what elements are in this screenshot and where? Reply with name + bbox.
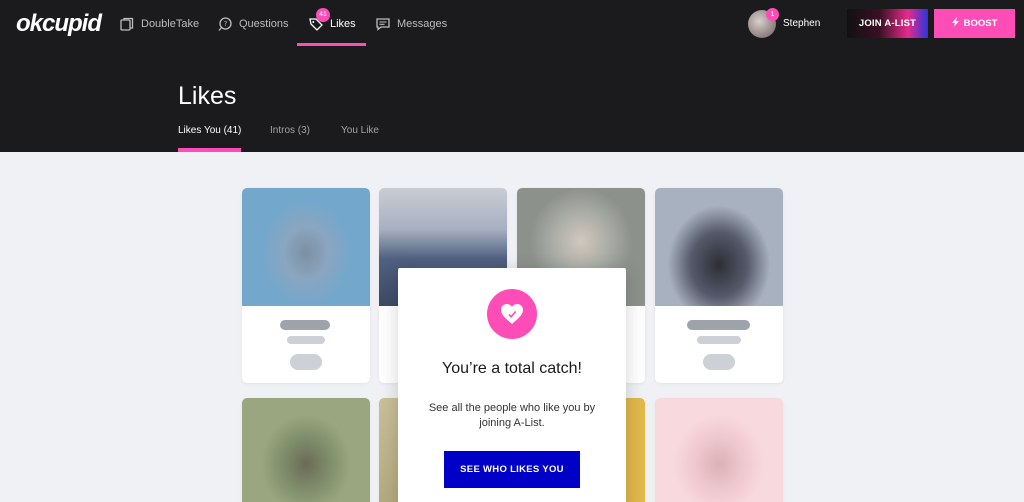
cards-icon (120, 17, 134, 31)
blurred-profile-card[interactable] (655, 188, 783, 383)
alist-upsell-modal: You’re a total catch! See all the people… (398, 268, 626, 502)
details-placeholder (287, 336, 325, 344)
tab-likes-you[interactable]: Likes You (41) (178, 125, 241, 136)
nav-active-indicator (297, 43, 366, 46)
name-placeholder (687, 320, 750, 330)
tag-placeholder (703, 354, 735, 370)
question-icon: ? (218, 17, 232, 31)
tab-active-indicator (178, 148, 241, 152)
blurred-profile-photo (242, 188, 370, 306)
blurred-profile-photo (242, 398, 370, 502)
nav-likes-label: Likes (330, 18, 356, 30)
boost-button[interactable]: BOOST (934, 9, 1015, 38)
blurred-profile-card[interactable] (655, 398, 783, 502)
boost-label: BOOST (963, 18, 998, 29)
nav-messages-label: Messages (397, 18, 448, 30)
message-icon (376, 17, 390, 31)
top-navigation: okcupid DoubleTake ? Questions Likes 41 … (0, 0, 1024, 152)
username[interactable]: Stephen (783, 18, 820, 29)
blurred-profile-photo (655, 398, 783, 502)
join-alist-button[interactable]: JOIN A-LIST (847, 9, 928, 38)
blurred-profile-photo (655, 188, 783, 306)
page-title: Likes (178, 82, 237, 110)
modal-title: You’re a total catch! (442, 360, 582, 377)
svg-text:?: ? (224, 20, 228, 28)
nav-questions-label: Questions (239, 18, 289, 30)
details-placeholder (697, 336, 741, 344)
nav-doubletake[interactable]: DoubleTake (120, 14, 199, 34)
nav-questions[interactable]: ? Questions (218, 14, 289, 34)
blurred-profile-card[interactable] (242, 398, 370, 502)
heart-icon (487, 289, 537, 339)
name-placeholder (280, 320, 330, 330)
okcupid-logo[interactable]: okcupid (16, 10, 102, 38)
tab-you-like[interactable]: You Like (341, 125, 379, 136)
lightning-icon (951, 17, 960, 30)
nav-doubletake-label: DoubleTake (141, 18, 200, 30)
likes-count-badge: 41 (316, 8, 330, 22)
tag-placeholder (290, 354, 322, 370)
see-who-likes-you-button[interactable]: SEE WHO LIKES YOU (444, 451, 580, 488)
notification-badge: 1 (766, 8, 779, 21)
nav-messages[interactable]: Messages (376, 14, 447, 34)
modal-description: See all the people who like you by joini… (428, 402, 596, 429)
blurred-profile-card[interactable] (242, 188, 370, 383)
tab-intros[interactable]: Intros (3) (270, 125, 310, 136)
